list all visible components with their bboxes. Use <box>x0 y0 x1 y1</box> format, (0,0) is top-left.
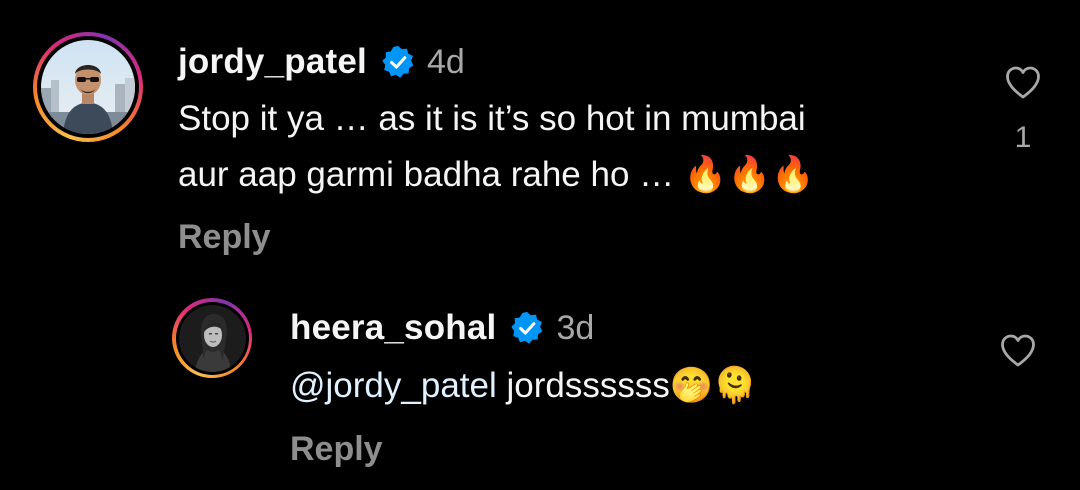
comment-thread: jordy_patel 4d Stop it ya … as it is it’… <box>0 0 1080 490</box>
verified-badge-icon <box>511 311 543 344</box>
reply-button[interactable]: Reply <box>290 430 383 469</box>
mention-link[interactable]: @jordy_patel <box>290 366 497 405</box>
comment: jordy_patel 4d Stop it ya … as it is it’… <box>0 0 1080 280</box>
comment-header: jordy_patel 4d <box>178 38 465 86</box>
like-column: 1 <box>1000 66 1046 155</box>
comment-timestamp: 3d <box>556 308 595 347</box>
comment-text-line: aur aap garmi badha rahe ho … 🔥🔥🔥 <box>178 155 815 194</box>
like-column <box>995 334 1041 367</box>
comment-timestamp: 4d <box>426 42 465 81</box>
profile-photo-icon <box>178 304 246 372</box>
username[interactable]: heera_sohal <box>290 308 496 348</box>
heart-icon[interactable] <box>1005 66 1041 99</box>
username[interactable]: jordy_patel <box>178 42 367 82</box>
comment-text: jordssssss🤭🫠 <box>496 366 758 405</box>
reply-comment: heera_sohal 3d @jordy_patel jordssssss🤭🫠… <box>0 290 1080 490</box>
comment-body: @jordy_patel jordssssss🤭🫠 <box>290 358 757 414</box>
story-ring[interactable] <box>172 298 252 378</box>
verified-badge-icon <box>382 45 414 78</box>
comment-body: Stop it ya … as it is it’s so hot in mum… <box>178 91 815 203</box>
heart-icon[interactable] <box>1000 334 1036 367</box>
like-count: 1 <box>1014 121 1032 154</box>
avatar <box>178 304 246 372</box>
avatar <box>41 40 135 134</box>
comment-header: heera_sohal 3d <box>290 304 594 352</box>
reply-button[interactable]: Reply <box>178 218 271 257</box>
profile-photo-icon <box>41 40 135 134</box>
story-ring[interactable] <box>33 32 143 142</box>
comment-text-line: Stop it ya … as it is it’s so hot in mum… <box>178 99 806 138</box>
